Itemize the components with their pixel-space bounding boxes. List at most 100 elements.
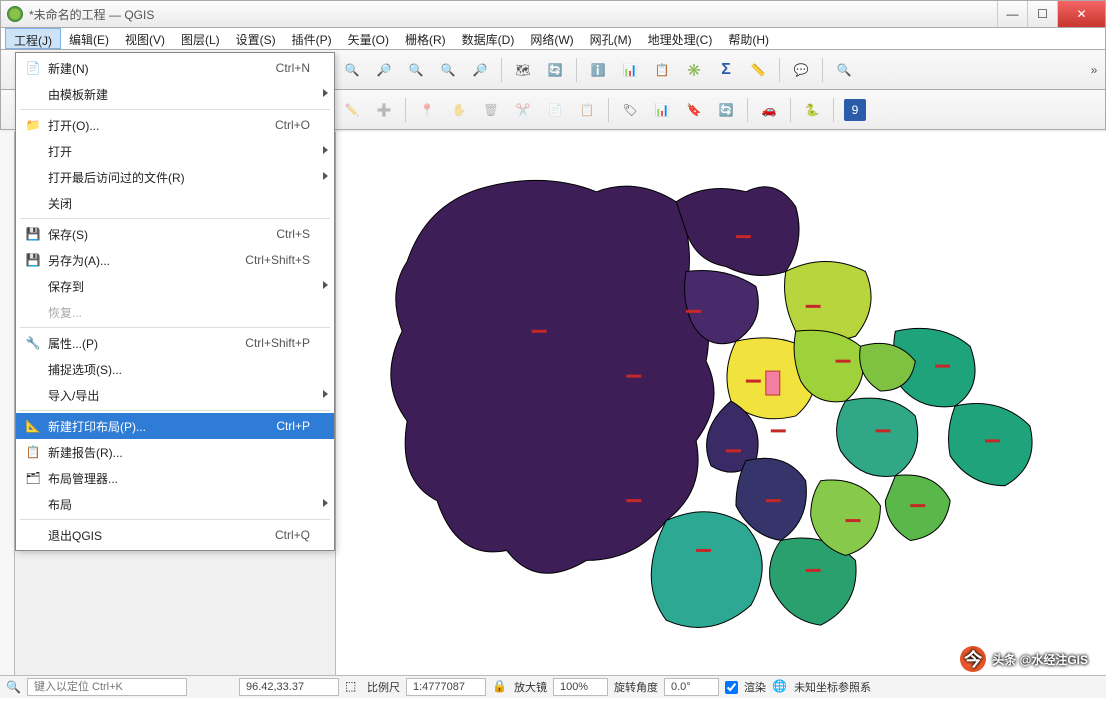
menu-item[interactable]: 导入/导出: [16, 382, 334, 408]
menu-网络[interactable]: 网络(W): [522, 28, 581, 49]
qgis-icon: [7, 6, 23, 22]
menu-工程[interactable]: 工程(J): [5, 28, 61, 49]
menu-item[interactable]: 📁打开(O)...Ctrl+O: [16, 112, 334, 138]
field-calc-icon[interactable]: 📋: [651, 59, 673, 81]
node-icon[interactable]: 📍: [416, 99, 438, 121]
separator: [608, 98, 609, 122]
menu-item[interactable]: 保存到: [16, 273, 334, 299]
edit-icon[interactable]: ✏️: [341, 99, 363, 121]
menu-item-label: 打开(O)...: [48, 117, 275, 134]
menu-item[interactable]: 由模板新建: [16, 81, 334, 107]
menu-item[interactable]: 📄新建(N)Ctrl+N: [16, 55, 334, 81]
lock-icon[interactable]: 🔒: [492, 679, 508, 695]
close-button[interactable]: ✕: [1057, 1, 1105, 27]
menu-item[interactable]: 退出QGISCtrl+Q: [16, 522, 334, 548]
copy-icon[interactable]: 📄: [544, 99, 566, 121]
label-rotate-icon[interactable]: 🔄: [715, 99, 737, 121]
menu-item-shortcut: Ctrl+Q: [275, 528, 310, 542]
move-icon[interactable]: ✋: [448, 99, 470, 121]
extents-icon[interactable]: ⬚: [345, 679, 361, 695]
render-checkbox[interactable]: [725, 681, 738, 694]
plugin-icon[interactable]: 9: [844, 99, 866, 121]
menu-插件[interactable]: 插件(P): [284, 28, 340, 49]
zoom-full-icon[interactable]: 🔍: [341, 59, 363, 81]
menu-item[interactable]: 捕捉选项(S)...: [16, 356, 334, 382]
menu-item[interactable]: 关闭: [16, 190, 334, 216]
zoom-layer-icon[interactable]: 🔍: [405, 59, 427, 81]
render-label: 渲染: [744, 679, 766, 695]
measure-icon[interactable]: 📏: [747, 59, 769, 81]
zoom-selection-icon[interactable]: 🔎: [373, 59, 395, 81]
menubar: 工程(J)编辑(E)视图(V)图层(L)设置(S)插件(P)矢量(O)栅格(R)…: [0, 28, 1106, 50]
maximize-button[interactable]: ☐: [1027, 1, 1057, 27]
drive-icon[interactable]: 🚗: [758, 99, 780, 121]
menu-item-label: 新建打印布局(P)...: [48, 418, 276, 435]
paste-icon[interactable]: 📋: [576, 99, 598, 121]
menu-视图[interactable]: 视图(V): [117, 28, 173, 49]
menu-栅格[interactable]: 栅格(R): [397, 28, 454, 49]
menu-网孔[interactable]: 网孔(M): [582, 28, 640, 49]
menu-item[interactable]: 💾保存(S)Ctrl+S: [16, 221, 334, 247]
menu-item-icon: [24, 168, 42, 186]
menu-地理处理[interactable]: 地理处理(C): [640, 28, 721, 49]
new-map-icon[interactable]: 🗺: [512, 59, 534, 81]
map-canvas[interactable]: [335, 132, 1106, 675]
separator: [822, 58, 823, 82]
window-title: *未命名的工程 — QGIS: [29, 6, 997, 23]
zoom-next-icon[interactable]: 🔎: [469, 59, 491, 81]
submenu-arrow-icon: [323, 146, 328, 154]
menu-item[interactable]: 🔧属性...(P)Ctrl+Shift+P: [16, 330, 334, 356]
stats-icon[interactable]: ✳️: [683, 59, 705, 81]
search-icon[interactable]: 🔍: [833, 59, 855, 81]
statusbar: 🔍 96.42,33.37 ⬚ 比例尺 1:4777087 🔒 放大镜 100%…: [0, 675, 1106, 698]
separator: [20, 109, 330, 110]
menu-数据库[interactable]: 数据库(D): [454, 28, 523, 49]
menu-item-label: 由模板新建: [48, 86, 310, 103]
menu-item[interactable]: 打开: [16, 138, 334, 164]
menu-图层[interactable]: 图层(L): [173, 28, 228, 49]
menu-item-label: 关闭: [48, 195, 310, 212]
menu-item[interactable]: 📋新建报告(R)...: [16, 439, 334, 465]
toolbar-overflow-icon[interactable]: »: [1083, 59, 1105, 81]
identify-icon[interactable]: ℹ️: [587, 59, 609, 81]
minimize-button[interactable]: —: [997, 1, 1027, 27]
scale-label: 比例尺: [367, 679, 400, 695]
menu-item-icon: [24, 194, 42, 212]
separator: [20, 327, 330, 328]
menu-矢量[interactable]: 矢量(O): [340, 28, 397, 49]
refresh-icon[interactable]: 🔄: [544, 59, 566, 81]
tips-icon[interactable]: 💬: [790, 59, 812, 81]
table-icon[interactable]: 📊: [619, 59, 641, 81]
left-panel-collapsed[interactable]: [0, 132, 15, 675]
submenu-arrow-icon: [323, 281, 328, 289]
sum-icon[interactable]: Σ: [715, 59, 737, 81]
coordinate-field[interactable]: 96.42,33.37: [239, 678, 339, 696]
rotation-field[interactable]: 0.0°: [664, 678, 719, 696]
locator-input[interactable]: [27, 678, 187, 696]
delete-icon[interactable]: 🗑: [480, 99, 502, 121]
label-icon[interactable]: 🏷: [619, 99, 641, 121]
menu-item-icon: 📋: [24, 443, 42, 461]
menu-设置[interactable]: 设置(S): [228, 28, 284, 49]
zoom-last-icon[interactable]: 🔍: [437, 59, 459, 81]
python-icon[interactable]: 🐍: [801, 99, 823, 121]
menu-item[interactable]: 📐新建打印布局(P)...Ctrl+P: [16, 413, 334, 439]
magnifier-field[interactable]: 100%: [553, 678, 608, 696]
label-move-icon[interactable]: 🔖: [683, 99, 705, 121]
diagram-icon[interactable]: 📊: [651, 99, 673, 121]
crs-icon[interactable]: 🌐: [772, 679, 788, 695]
cut-icon[interactable]: ✂️: [512, 99, 534, 121]
menu-编辑[interactable]: 编辑(E): [61, 28, 117, 49]
menu-item[interactable]: 布局: [16, 491, 334, 517]
menu-帮助[interactable]: 帮助(H): [720, 28, 777, 49]
menu-item[interactable]: 💾另存为(A)...Ctrl+Shift+S: [16, 247, 334, 273]
menu-item-icon: 📁: [24, 116, 42, 134]
add-feature-icon[interactable]: ➕: [373, 99, 395, 121]
map-svg: [336, 132, 1106, 675]
locator-icon: 🔍: [6, 680, 21, 694]
menu-item[interactable]: 打开最后访问过的文件(R): [16, 164, 334, 190]
menu-item-label: 保存到: [48, 278, 310, 295]
separator: [747, 98, 748, 122]
menu-item[interactable]: 🗂布局管理器...: [16, 465, 334, 491]
scale-field[interactable]: 1:4777087: [406, 678, 486, 696]
